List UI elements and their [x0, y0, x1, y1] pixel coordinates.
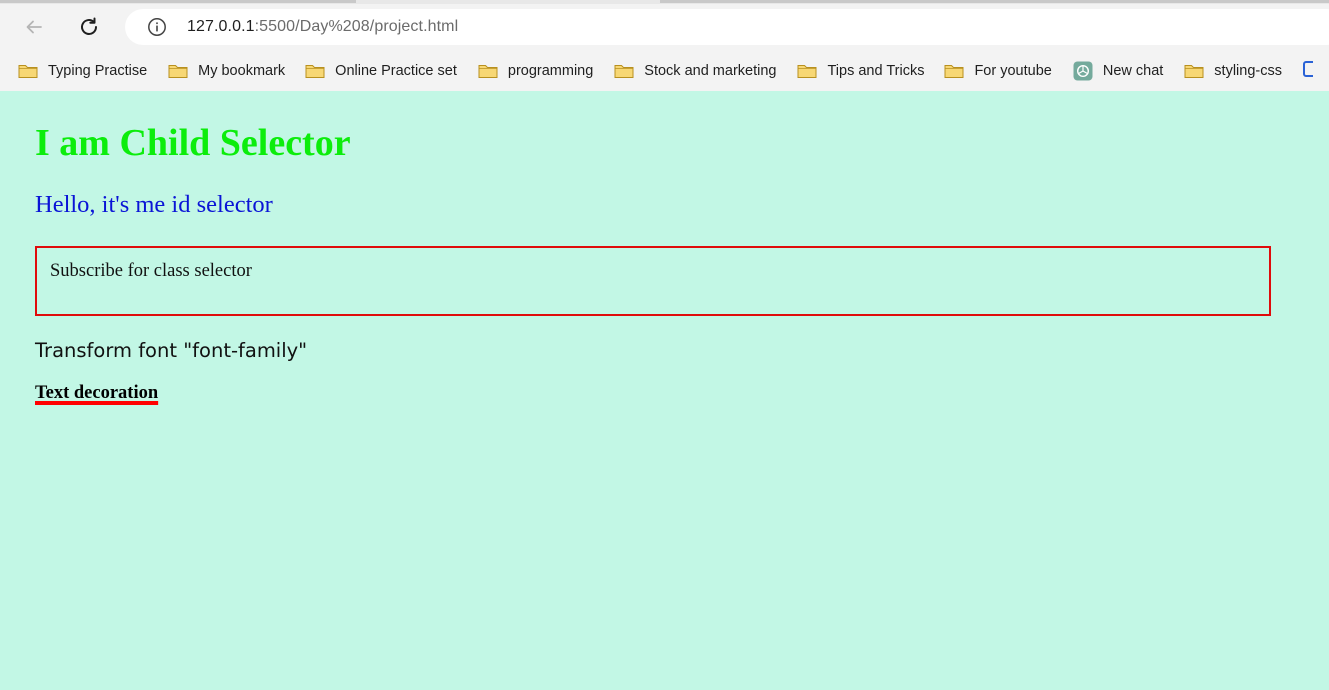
- browser-window: 127.0.0.1:5500/Day%208/project.html Typi…: [0, 0, 1329, 690]
- bookmark-stock-and-marketing[interactable]: Stock and marketing: [614, 57, 776, 85]
- tab-edge-left[interactable]: [0, 0, 356, 3]
- page-content: I am Child Selector Hello, it's me id se…: [0, 91, 1329, 690]
- bookmark-tips-and-tricks[interactable]: Tips and Tricks: [797, 57, 924, 85]
- site-info-icon[interactable]: [147, 17, 167, 37]
- bookmark-label: Online Practice set: [335, 62, 457, 79]
- bookmarks-bar: Typing Practise My bookmark Online Pract…: [0, 50, 1329, 92]
- folder-icon: [478, 62, 498, 80]
- reload-icon: [81, 17, 97, 35]
- bookmark-my-bookmark[interactable]: My bookmark: [168, 57, 285, 85]
- browser-toolbar: 127.0.0.1:5500/Day%208/project.html: [0, 4, 1329, 50]
- folder-icon: [944, 62, 964, 80]
- bookmark-label: Typing Practise: [48, 62, 148, 79]
- bookmark-for-youtube[interactable]: For youtube: [944, 57, 1052, 85]
- bookmark-new-chat[interactable]: New chat: [1073, 57, 1163, 85]
- bookmark-label: My bookmark: [198, 62, 286, 79]
- folder-icon: [18, 62, 38, 80]
- id-selector-paragraph: Hello, it's me id selector: [35, 191, 273, 218]
- bookmark-programming[interactable]: programming: [478, 57, 593, 85]
- bookmark-label: Stock and marketing: [644, 62, 777, 79]
- bookmark-overflow-icon: [1302, 60, 1319, 82]
- bookmark-label: styling-css: [1214, 62, 1282, 79]
- page-heading: I am Child Selector: [35, 122, 351, 164]
- address-bar[interactable]: 127.0.0.1:5500/Day%208/project.html: [125, 9, 1329, 45]
- folder-icon: [305, 62, 325, 80]
- folder-icon: [1184, 62, 1204, 80]
- reload-button[interactable]: [73, 11, 105, 43]
- bookmark-label: For youtube: [974, 62, 1052, 79]
- url-path: :5500/Day%208/project.html: [254, 18, 459, 35]
- class-selector-box: Subscribe for class selector: [35, 246, 1271, 316]
- chatgpt-icon: [1073, 61, 1093, 80]
- tab-edge-right[interactable]: [660, 0, 1329, 3]
- back-arrow-icon: [26, 20, 42, 34]
- font-family-text: Transform font "font-family": [35, 339, 308, 362]
- bookmark-typing-practise[interactable]: Typing Practise: [18, 57, 147, 85]
- class-selector-text: Subscribe for class selector: [50, 261, 252, 281]
- bookmark-styling-css[interactable]: styling-css: [1184, 57, 1282, 85]
- folder-icon: [797, 62, 817, 80]
- back-button[interactable]: [18, 11, 50, 43]
- folder-icon: [614, 62, 634, 80]
- url-host: 127.0.0.1: [187, 18, 255, 35]
- folder-icon: [168, 62, 188, 80]
- bookmark-online-practice-set[interactable]: Online Practice set: [305, 57, 457, 85]
- url-text[interactable]: 127.0.0.1:5500/Day%208/project.html: [187, 18, 458, 36]
- bookmark-label: Tips and Tricks: [827, 62, 925, 79]
- bookmark-overflow[interactable]: [1302, 57, 1319, 85]
- bookmark-label: New chat: [1102, 62, 1164, 79]
- text-decoration-text: Text decoration: [35, 383, 159, 403]
- bookmark-label: programming: [507, 62, 594, 79]
